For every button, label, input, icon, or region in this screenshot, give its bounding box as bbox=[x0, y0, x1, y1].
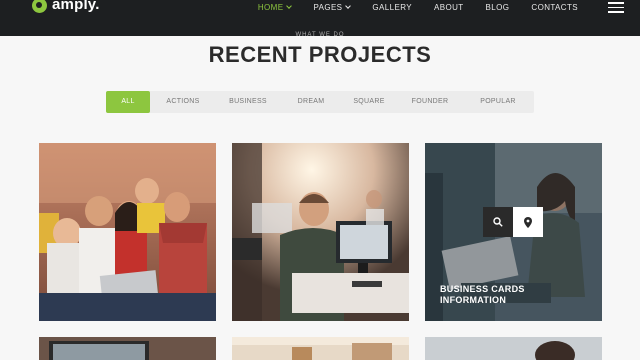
nav-item-gallery[interactable]: GALLERY bbox=[372, 3, 412, 12]
nav-item-home[interactable]: HOME bbox=[257, 2, 293, 12]
nav-item-label: BLOG bbox=[485, 2, 510, 12]
laptop-desk-photo bbox=[39, 337, 216, 360]
main-nav: HOME PAGES GALLERY ABOUT BLOG CONTACTS bbox=[236, 0, 578, 14]
project-card-office[interactable] bbox=[232, 143, 409, 321]
filter-founder[interactable]: FOUNDER bbox=[396, 91, 464, 113]
portfolio-filter-bar: ALL ACTIONS BUSINESS DREAM SQUARE FOUNDE… bbox=[106, 91, 534, 113]
nav-item-about[interactable]: ABOUT bbox=[434, 3, 464, 12]
brand-name: amply. bbox=[52, 0, 100, 13]
filter-actions[interactable]: ACTIONS bbox=[150, 91, 216, 113]
map-pin-icon bbox=[524, 216, 532, 228]
nav-item-pages[interactable]: PAGES bbox=[313, 2, 352, 12]
project-caption: BUSINESS CARDS INFORMATION bbox=[440, 284, 525, 305]
project-card-office-window[interactable] bbox=[232, 337, 409, 360]
logo-mark-icon bbox=[32, 0, 47, 13]
office-window-photo bbox=[232, 337, 409, 360]
project-card-portrait[interactable] bbox=[425, 337, 602, 360]
top-navigation-bar: amply. HOME PAGES GALLERY ABOUT BLOG CON… bbox=[0, 0, 640, 36]
chevron-down-icon bbox=[345, 2, 352, 9]
nav-item-label: ABOUT bbox=[433, 2, 464, 12]
friends-on-couch-photo bbox=[39, 143, 216, 321]
nav-item-label: HOME bbox=[257, 2, 284, 12]
filter-all[interactable]: ALL bbox=[106, 91, 150, 113]
filter-business[interactable]: BUSINESS bbox=[216, 91, 280, 113]
hamburger-icon[interactable] bbox=[608, 2, 624, 13]
section-title-bold: PROJECTS bbox=[308, 42, 432, 67]
nav-item-label: PAGES bbox=[313, 2, 343, 12]
office-workers-photo bbox=[232, 143, 409, 321]
project-card-friends[interactable] bbox=[39, 143, 216, 321]
search-icon-button[interactable] bbox=[483, 207, 513, 237]
nav-item-label: GALLERY bbox=[372, 2, 412, 12]
chevron-down-icon bbox=[286, 2, 293, 9]
brand-logo[interactable]: amply. bbox=[32, 0, 100, 16]
nav-item-contacts[interactable]: CONTACTS bbox=[531, 3, 578, 12]
woman-portrait-photo bbox=[425, 337, 602, 360]
nav-item-blog[interactable]: BLOG bbox=[486, 3, 510, 12]
filter-popular[interactable]: POPULAR bbox=[464, 91, 532, 113]
section-eyebrow: WHAT WE DO bbox=[295, 32, 345, 38]
search-icon bbox=[493, 217, 503, 227]
filter-dream[interactable]: DREAM bbox=[280, 91, 342, 113]
map-pin-icon-button[interactable] bbox=[513, 207, 543, 237]
nav-item-label: CONTACTS bbox=[531, 2, 578, 12]
filter-square[interactable]: SQUARE bbox=[342, 91, 396, 113]
section-title: RECENT PROJECTS bbox=[0, 42, 640, 68]
project-card-business-cards[interactable]: BUSINESS CARDS INFORMATION bbox=[425, 143, 602, 321]
section-title-light: RECENT bbox=[208, 42, 309, 67]
project-card-laptop[interactable] bbox=[39, 337, 216, 360]
